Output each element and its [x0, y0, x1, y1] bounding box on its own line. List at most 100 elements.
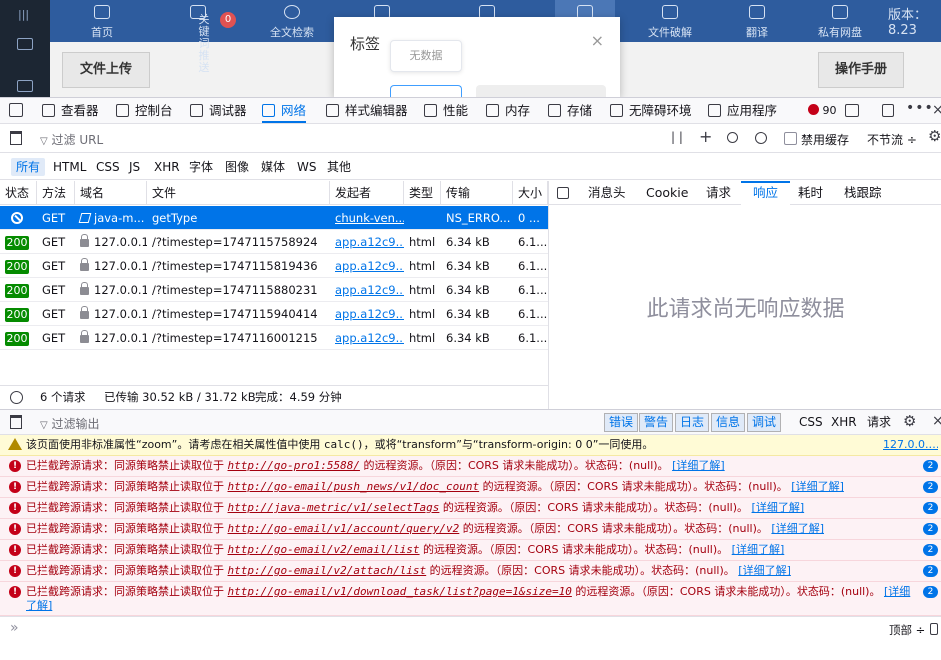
tab-cookies[interactable]: Cookie [646, 181, 688, 205]
disable-cache-checkbox[interactable] [784, 132, 797, 145]
initiator-link[interactable]: app.a12c9... [335, 307, 404, 321]
tag-select[interactable] [390, 85, 462, 97]
mail-icon[interactable] [17, 38, 33, 50]
tag-input[interactable] [476, 85, 606, 97]
learn-more-link[interactable]: [详细了解] [732, 543, 785, 556]
tab-accessibility[interactable]: 无障碍环境 [610, 98, 692, 123]
col-method[interactable]: 方法 [37, 181, 75, 205]
tab-debugger[interactable]: 调试器 [190, 98, 247, 123]
level-info-toggle[interactable]: 信息 [711, 413, 746, 432]
close-icon[interactable]: × [591, 31, 604, 50]
clear-console-icon[interactable] [10, 415, 22, 429]
nav-file-crack[interactable]: 文件破解 [645, 0, 695, 42]
tab-application[interactable]: 应用程序 [708, 98, 777, 123]
col-domain[interactable]: 域名 [75, 181, 147, 205]
xhr-filter-toggle[interactable]: XHR [831, 413, 857, 432]
col-initiator[interactable]: 发起者 [330, 181, 404, 205]
table-row[interactable]: GET java-m... getType chunk-ven... NS_ER… [0, 206, 548, 230]
filter-other[interactable]: 其他 [322, 158, 356, 176]
initiator-link[interactable]: app.a12c9... [335, 331, 404, 345]
learn-more-link[interactable]: [详细了解] [791, 480, 844, 493]
tab-style-editor[interactable]: 样式编辑器 [326, 98, 408, 123]
table-row[interactable]: 200 GET 127.0.0.1 /?timestep=17471158194… [0, 254, 548, 278]
nav-translate[interactable]: 翻译 [735, 0, 779, 42]
filter-ws[interactable]: WS [292, 158, 321, 176]
filter-images[interactable]: 图像 [220, 158, 254, 176]
error-url-link[interactable]: http://go-email/v1/download_task/list?pa… [228, 585, 572, 598]
col-transfer[interactable]: 传输 [441, 181, 513, 205]
error-url-link[interactable]: http://go-email/v2/email/list [228, 543, 420, 556]
nav-fulltext-search[interactable]: 全文检索 [270, 0, 314, 42]
add-icon[interactable]: + [699, 129, 712, 145]
file-upload-button[interactable]: 文件上传 [62, 52, 150, 88]
tab-performance[interactable]: 性能 [424, 98, 468, 123]
table-row[interactable]: 200 GET 127.0.0.1 /?timestep=17471157589… [0, 230, 548, 254]
folder-icon[interactable] [17, 80, 33, 92]
nav-private-disk[interactable]: 私有网盘 [815, 0, 865, 42]
learn-more-link[interactable]: [详细了解] [738, 564, 791, 577]
requests-filter-toggle[interactable]: 请求 [867, 413, 891, 432]
error-url-link[interactable]: http://go-pro1:5588/ [228, 459, 360, 472]
error-counter[interactable]: 90 [808, 104, 837, 118]
close-split-console-icon[interactable]: × [932, 414, 941, 428]
toggle-panel-icon[interactable] [557, 187, 569, 199]
settings-gear-icon[interactable]: ⚙ [928, 129, 941, 144]
console-filter-input[interactable]: ▽ 过滤输出 [40, 415, 100, 432]
warning-source-link[interactable]: 127.0.0.… [883, 435, 938, 455]
element-picker-icon[interactable] [9, 103, 23, 117]
col-size[interactable]: 大小 [513, 181, 548, 205]
tab-timings[interactable]: 耗时 [798, 181, 823, 205]
col-file[interactable]: 文件 [147, 181, 330, 205]
tab-storage[interactable]: 存储 [548, 98, 592, 123]
pause-icon[interactable]: | | [671, 130, 683, 144]
initiator-link[interactable]: app.a12c9... [335, 235, 404, 249]
error-url-link[interactable]: http://java-metric/v1/selectTags [228, 501, 440, 514]
col-status[interactable]: 状态 [0, 181, 37, 205]
dock-icon[interactable] [882, 104, 894, 117]
editor-mode-icon[interactable] [930, 623, 938, 635]
error-url-link[interactable]: http://go-email/v2/attach/list [228, 564, 427, 577]
filter-media[interactable]: 媒体 [256, 158, 290, 176]
filter-xhr[interactable]: XHR [149, 158, 185, 176]
nav-keyword-push[interactable]: 0 关键词推送 [180, 0, 236, 74]
table-row[interactable]: 200 GET 127.0.0.1 /?timestep=17471158802… [0, 278, 548, 302]
initiator-link[interactable]: chunk-ven... [335, 211, 404, 225]
tab-request[interactable]: 请求 [706, 181, 731, 205]
filter-js[interactable]: JS [124, 158, 145, 176]
learn-more-link[interactable]: [详细了解] [771, 522, 824, 535]
table-row[interactable]: 200 GET 127.0.0.1 /?timestep=17471160012… [0, 326, 548, 350]
tab-network[interactable]: 网络 [262, 98, 307, 123]
level-warnings-toggle[interactable]: 警告 [639, 413, 674, 432]
col-type[interactable]: 类型 [404, 181, 441, 205]
tab-headers[interactable]: 消息头 [588, 181, 626, 205]
close-devtools-icon[interactable]: × [932, 103, 941, 117]
error-url-link[interactable]: http://go-email/push_news/v1/doc_count [228, 480, 480, 493]
block-icon[interactable] [755, 132, 767, 144]
learn-more-link[interactable]: [详细了解] [752, 501, 805, 514]
filter-url-input[interactable]: ▽ 过滤 URL [40, 131, 103, 148]
scope-select[interactable]: 顶部 ÷ [889, 622, 925, 638]
level-logs-toggle[interactable]: 日志 [675, 413, 710, 432]
tab-inspector[interactable]: 查看器 [42, 98, 99, 123]
table-row[interactable]: 200 GET 127.0.0.1 /?timestep=17471159404… [0, 302, 548, 326]
tab-console[interactable]: 控制台 [116, 98, 173, 123]
search-icon[interactable] [727, 132, 738, 143]
console-settings-icon[interactable]: ⚙ [903, 414, 916, 429]
throttle-select[interactable]: 不节流 ÷ [867, 131, 917, 148]
initiator-link[interactable]: app.a12c9... [335, 259, 404, 273]
more-options-icon[interactable]: ••• [906, 101, 934, 115]
trash-icon[interactable] [10, 131, 22, 145]
error-url-link[interactable]: http://go-email/v1/account/query/v2 [228, 522, 460, 535]
menu-icon[interactable]: ||| [18, 8, 29, 21]
level-debug-toggle[interactable]: 调试 [747, 413, 782, 432]
level-errors-toggle[interactable]: 错误 [604, 413, 639, 432]
tab-response[interactable]: 响应 [741, 181, 791, 205]
manual-button[interactable]: 操作手册 [818, 52, 904, 88]
filter-fonts[interactable]: 字体 [184, 158, 218, 176]
tab-stack-trace[interactable]: 栈跟踪 [844, 181, 882, 205]
responsive-mode-icon[interactable] [845, 104, 859, 117]
console-input-area[interactable]: » 顶部 ÷ [0, 616, 941, 660]
tab-memory[interactable]: 内存 [486, 98, 530, 123]
filter-all[interactable]: 所有 [11, 158, 46, 176]
nav-home[interactable]: 首页 [80, 0, 124, 42]
